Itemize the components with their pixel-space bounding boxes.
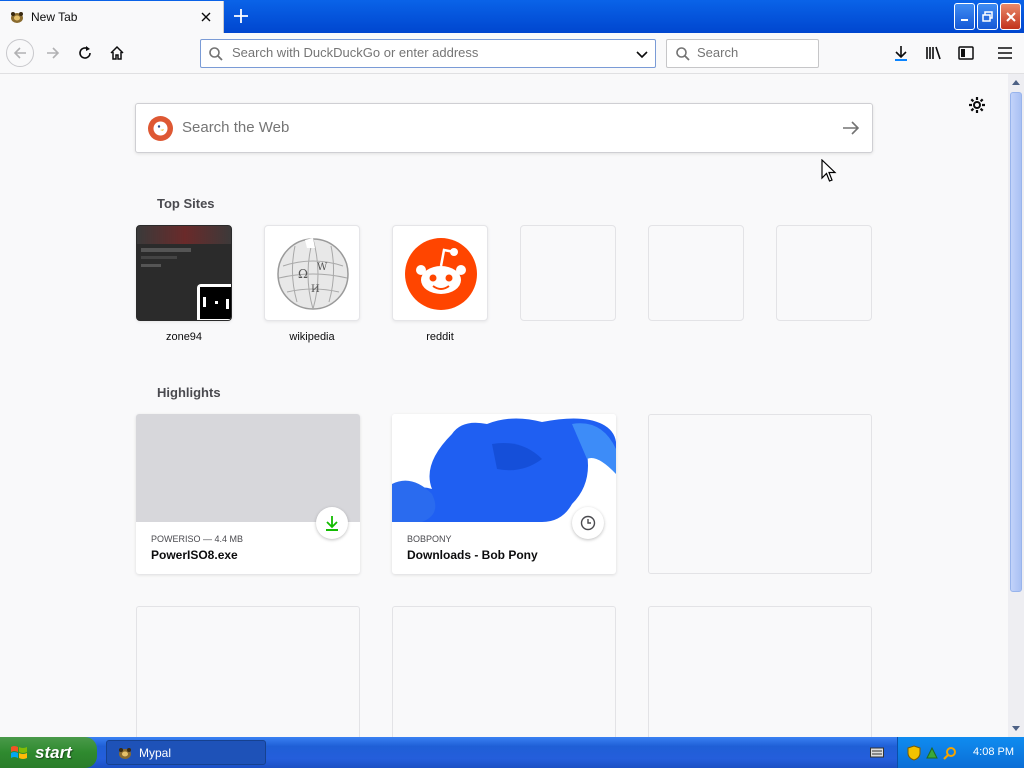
mypal-favicon-icon <box>119 747 131 759</box>
highlight-empty <box>648 606 872 737</box>
new-tab-plus-icon[interactable] <box>229 4 253 28</box>
web-search-box[interactable] <box>135 103 873 153</box>
duckduckgo-logo-icon <box>148 116 173 141</box>
top-site-label: reddit <box>426 331 454 343</box>
forward-arrow-icon[interactable] <box>41 41 65 65</box>
top-site-reddit[interactable]: reddit <box>392 225 488 343</box>
highlight-title: PowerISO8.exe <box>151 548 238 562</box>
scroll-up-arrow-icon[interactable] <box>1008 74 1024 90</box>
highlight-thumbnail <box>392 414 616 522</box>
web-search-input[interactable] <box>182 119 782 136</box>
wikipedia-thumbnail: Ω W И <box>264 225 360 321</box>
search-icon <box>676 47 690 61</box>
svg-text:И: И <box>311 284 320 295</box>
sidebar-icon[interactable] <box>954 41 978 65</box>
wikipedia-globe-icon: Ω W И <box>277 238 349 310</box>
svg-text:Ω: Ω <box>298 267 308 281</box>
top-site-empty <box>520 225 616 321</box>
clock: 4:08 PM <box>973 746 1014 758</box>
tab-new-tab[interactable]: New Tab <box>0 1 224 33</box>
top-site-zone94[interactable]: zone94 <box>136 225 232 343</box>
tab-bar: New Tab <box>0 0 1024 33</box>
network-icon[interactable] <box>925 746 939 760</box>
search-tray-icon[interactable] <box>943 746 957 760</box>
tab-title: New Tab <box>31 10 78 24</box>
highlight-card-poweriso[interactable]: POWERISO — 4.4 MB PowerISO8.exe <box>136 414 360 574</box>
highlight-empty <box>648 414 872 574</box>
scroll-down-arrow-icon[interactable] <box>1008 721 1024 737</box>
browser-window: New Tab Search with DuckDuckGo or enter … <box>0 0 1024 768</box>
back-arrow-icon[interactable] <box>6 39 34 67</box>
reddit-thumbnail <box>392 225 488 321</box>
highlight-meta: BOBPONY <box>407 534 452 544</box>
svg-text:W: W <box>317 262 328 273</box>
start-label: start <box>35 742 72 762</box>
highlight-card-bobpony[interactable]: BOBPONY Downloads - Bob Pony <box>392 414 616 574</box>
empty-tile <box>520 225 616 321</box>
taskbar-item-label: Mypal <box>139 745 172 760</box>
reload-icon[interactable] <box>73 41 97 65</box>
top-sites-heading: Top Sites <box>157 196 215 211</box>
highlight-title: Downloads - Bob Pony <box>407 548 538 562</box>
mouse-cursor-icon <box>821 159 837 182</box>
highlight-meta: POWERISO — 4.4 MB <box>151 534 244 544</box>
empty-tile <box>776 225 872 321</box>
library-icon[interactable] <box>922 41 946 65</box>
download-icon <box>316 507 348 539</box>
clock-icon <box>572 507 604 539</box>
start-button[interactable]: start <box>0 737 97 768</box>
hamburger-menu-icon[interactable] <box>993 41 1017 65</box>
top-site-empty <box>648 225 744 321</box>
close-tab-icon[interactable] <box>198 9 214 25</box>
close-window-button[interactable] <box>1000 3 1021 30</box>
top-site-label: wikipedia <box>289 331 335 343</box>
highlight-thumbnail <box>136 414 360 522</box>
search-bar[interactable] <box>666 39 819 68</box>
system-tray: 4:08 PM <box>897 737 1024 768</box>
highlight-empty <box>136 606 360 737</box>
downloads-icon[interactable] <box>889 41 913 65</box>
zone94-thumbnail <box>136 225 232 321</box>
search-icon <box>209 47 223 61</box>
zone94-favicon-icon <box>197 284 231 320</box>
reddit-logo-icon <box>405 238 477 310</box>
top-site-label: zone94 <box>165 331 203 343</box>
taskbar-item-mypal[interactable]: Mypal <box>106 740 266 765</box>
windows-taskbar: start Mypal 4:08 PM <box>0 737 1024 768</box>
address-bar[interactable] <box>200 39 656 68</box>
windows-logo-icon <box>11 745 27 759</box>
navigation-toolbar <box>0 33 1024 74</box>
search-input[interactable] <box>697 45 807 60</box>
keyboard-icon[interactable] <box>870 746 884 758</box>
minimize-window-button[interactable] <box>954 3 975 30</box>
highlights-heading: Highlights <box>157 385 221 400</box>
home-icon[interactable] <box>105 41 129 65</box>
vertical-scrollbar[interactable] <box>1008 74 1024 737</box>
top-site-wikipedia[interactable]: Ω W И wikipedia <box>264 225 360 343</box>
restore-window-button[interactable] <box>977 3 998 30</box>
chevron-down-icon[interactable] <box>635 47 649 61</box>
top-site-empty <box>776 225 872 321</box>
new-tab-page: Top Sites zone94 <box>0 74 1008 737</box>
scrollbar-thumb[interactable] <box>1010 92 1022 592</box>
gear-icon[interactable] <box>966 94 988 116</box>
security-shield-icon[interactable] <box>907 744 921 761</box>
arrow-right-icon[interactable] <box>842 119 860 137</box>
highlight-empty <box>392 606 616 737</box>
empty-tile <box>648 225 744 321</box>
mypal-favicon-icon <box>11 12 23 23</box>
address-input[interactable] <box>232 45 622 60</box>
